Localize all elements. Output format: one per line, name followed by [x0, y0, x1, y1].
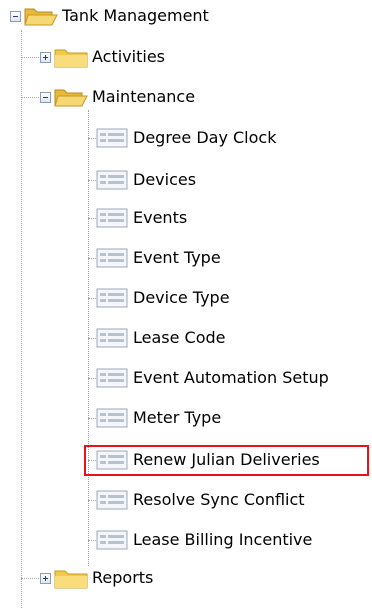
- collapse-toggle-icon[interactable]: [10, 10, 21, 22]
- tree-item-events[interactable]: Events: [95, 206, 187, 230]
- tree-item-lease-billing-incentive[interactable]: Lease Billing Incentive: [95, 528, 312, 552]
- highlight-annotation-box: [84, 445, 369, 476]
- form-page-icon: [96, 288, 128, 308]
- tree-item-label: Event Type: [133, 248, 221, 267]
- tree-item-device-type[interactable]: Device Type: [95, 286, 230, 310]
- form-page-icon: [96, 368, 128, 388]
- tree-node-label: Activities: [92, 47, 165, 66]
- tree-item-resolve-sync-conflict[interactable]: Resolve Sync Conflict: [95, 488, 305, 512]
- tree-item-devices[interactable]: Devices: [95, 168, 196, 192]
- tree-node-reports[interactable]: Reports: [40, 566, 153, 590]
- form-page-icon: [96, 248, 128, 268]
- tree-node-maintenance[interactable]: Maintenance: [40, 85, 195, 109]
- tree-item-label: Lease Billing Incentive: [133, 530, 313, 549]
- tree-item-label: Degree Day Clock: [133, 128, 277, 147]
- form-page-icon: [96, 530, 128, 550]
- form-page-icon: [96, 128, 128, 148]
- tree-item-label: Resolve Sync Conflict: [133, 490, 305, 509]
- tree-node-label: Tank Management: [62, 6, 209, 25]
- tree-node-label: Maintenance: [92, 87, 196, 106]
- expand-toggle-icon[interactable]: [40, 572, 51, 584]
- tree-line-reports: [21, 578, 41, 579]
- form-page-icon: [96, 490, 128, 510]
- tree-item-degree-day-clock[interactable]: Degree Day Clock: [95, 126, 276, 150]
- tree-item-label: Meter Type: [133, 408, 222, 427]
- form-page-icon: [96, 170, 128, 190]
- folder-icon: [54, 49, 88, 68]
- tree-line-activities: [21, 57, 41, 58]
- tree-item-label: Events: [133, 208, 188, 227]
- tree-item-meter-type[interactable]: Meter Type: [95, 406, 221, 430]
- tree-node-label: Reports: [92, 568, 154, 587]
- folder-open-icon: [24, 8, 58, 26]
- tree-item-label: Devices: [133, 170, 197, 189]
- tree-item-event-automation-setup[interactable]: Event Automation Setup: [95, 366, 329, 390]
- form-page-icon: [96, 208, 128, 228]
- tree-item-lease-code[interactable]: Lease Code: [95, 326, 226, 350]
- tree-item-label: Device Type: [133, 288, 230, 307]
- tree-line-root: [21, 30, 22, 608]
- tree-node-tank-management[interactable]: Tank Management: [10, 4, 209, 28]
- collapse-toggle-icon[interactable]: [40, 91, 51, 103]
- tree-item-event-type[interactable]: Event Type: [95, 246, 221, 270]
- tree-item-label: Lease Code: [133, 328, 226, 347]
- form-page-icon: [96, 328, 128, 348]
- expand-toggle-icon[interactable]: [40, 51, 51, 63]
- folder-icon: [54, 570, 88, 589]
- tree-node-activities[interactable]: Activities: [40, 45, 165, 69]
- form-page-icon: [96, 408, 128, 428]
- folder-open-icon: [54, 89, 88, 107]
- tree-line-maintenance: [21, 97, 41, 98]
- tree-item-label: Event Automation Setup: [133, 368, 329, 387]
